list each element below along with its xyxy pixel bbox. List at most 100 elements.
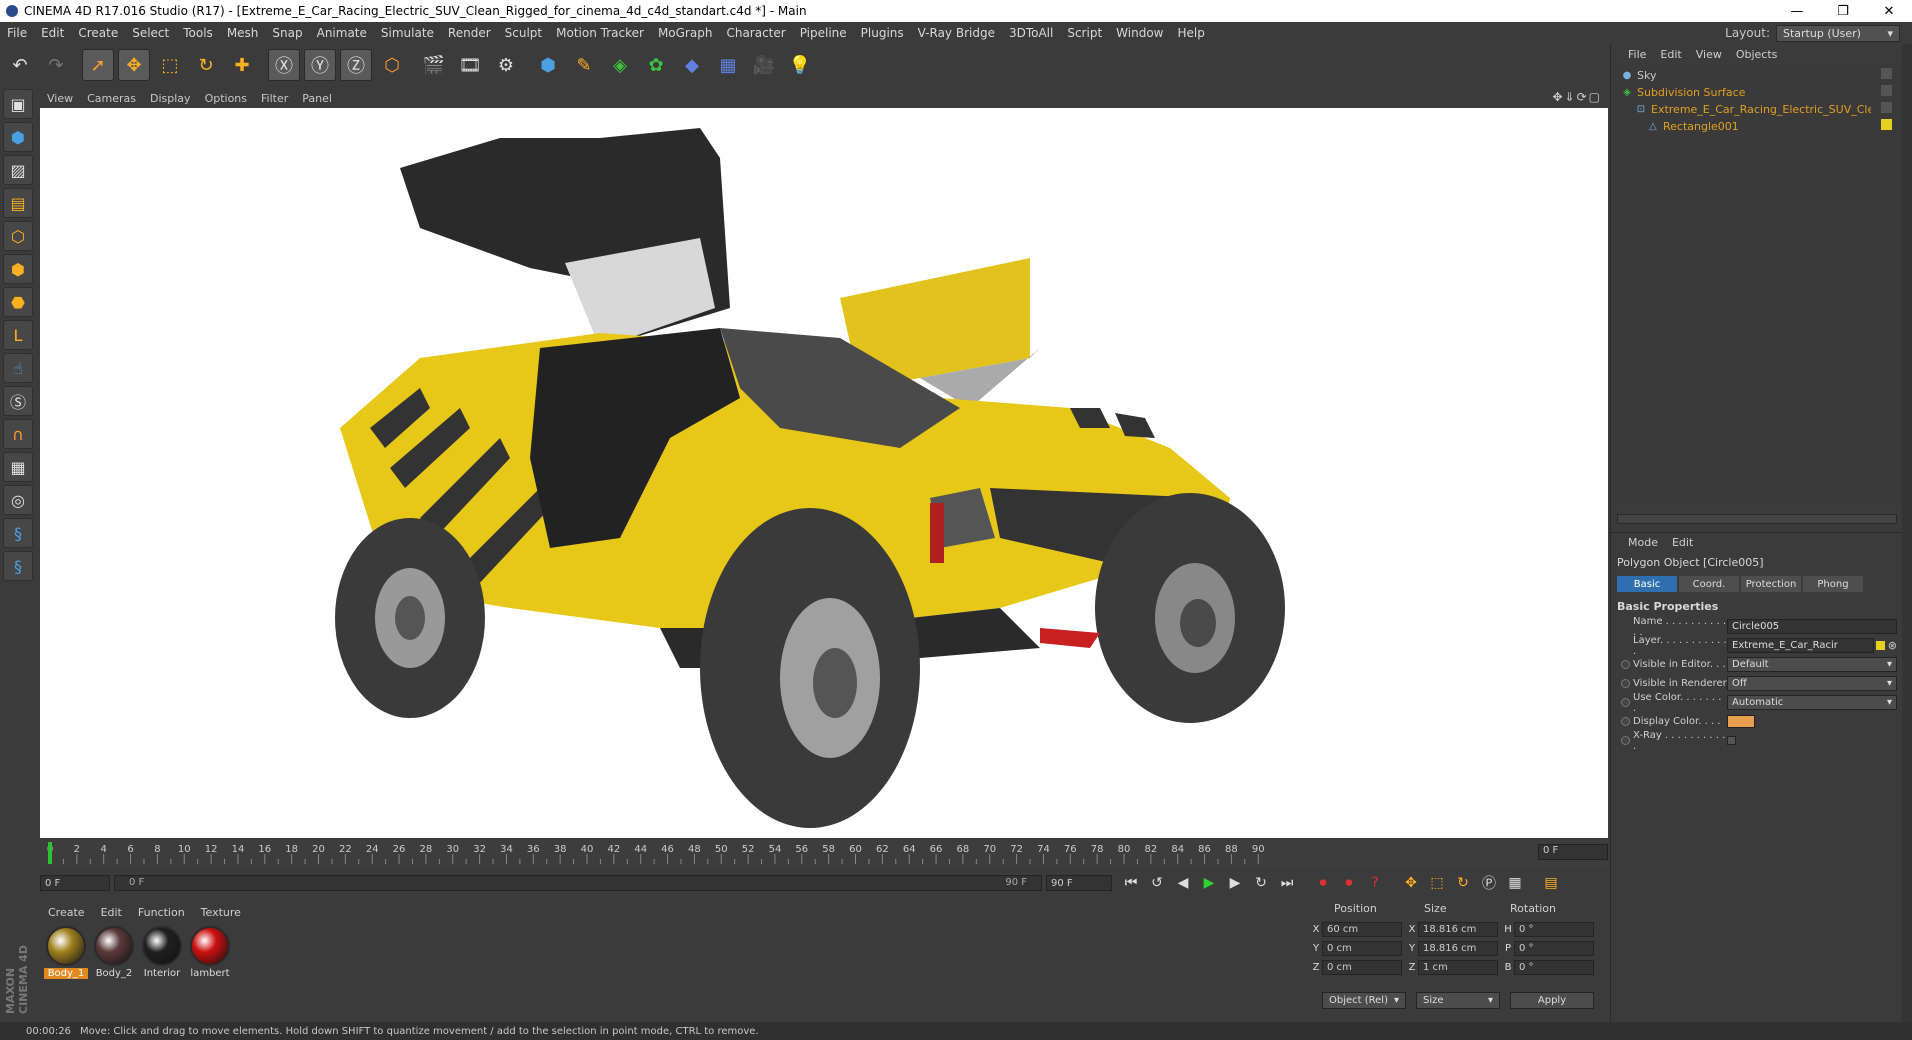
material-interior[interactable]: Interior xyxy=(140,926,184,979)
menu-motion-tracker[interactable]: Motion Tracker xyxy=(549,26,651,40)
animate-radio[interactable] xyxy=(1621,717,1630,726)
menu-snap[interactable]: Snap xyxy=(265,26,309,40)
workplane-icon[interactable]: ▤ xyxy=(3,188,33,218)
material-menu-edit[interactable]: Edit xyxy=(93,906,130,919)
viewport-navigation-icons[interactable]: ✥⇓⟳▢ xyxy=(1552,90,1602,104)
menu-character[interactable]: Character xyxy=(719,26,792,40)
property-dropdown[interactable]: Automatic ▾ xyxy=(1727,695,1897,710)
display-color-swatch[interactable] xyxy=(1727,715,1755,728)
camera-icon[interactable]: 🎥 xyxy=(748,49,780,81)
edges-mode-icon[interactable]: ⬢ xyxy=(3,254,33,284)
object-visibility-tag[interactable] xyxy=(1881,102,1892,113)
tab-protection[interactable]: Protection xyxy=(1741,576,1801,592)
redo-icon[interactable]: ↷ xyxy=(40,49,72,81)
menu-script[interactable]: Script xyxy=(1060,26,1109,40)
render-picture-viewer-icon[interactable]: 🎞 xyxy=(454,49,486,81)
floor-icon[interactable]: ▦ xyxy=(712,49,744,81)
cloner-icon[interactable]: ✿ xyxy=(640,49,672,81)
planar-workplane-icon[interactable]: ◎ xyxy=(3,485,33,515)
size-field[interactable]: 18.816 cm xyxy=(1418,922,1498,937)
workplane-lock-icon[interactable]: ▦ xyxy=(3,452,33,482)
render-settings-icon[interactable]: ⚙ xyxy=(490,49,522,81)
scale-tool-icon[interactable]: ⬚ xyxy=(154,49,186,81)
material-lambert[interactable]: lambert xyxy=(188,926,232,979)
play-icon[interactable]: ▶ xyxy=(1196,871,1222,895)
coordinate-mode-dropdown[interactable]: Object (Rel) ▾ xyxy=(1322,992,1406,1009)
object-row[interactable]: ⊡ Extreme_E_Car_Racing_Electric_SUV_Clean xyxy=(1611,100,1891,118)
keyframe-selection-icon[interactable]: ? xyxy=(1362,871,1388,895)
animate-radio[interactable] xyxy=(1621,660,1630,669)
next-key-icon[interactable]: ↻ xyxy=(1248,871,1274,895)
material-menu-texture[interactable]: Texture xyxy=(193,906,249,919)
make-editable-icon[interactable]: ▣ xyxy=(3,89,33,119)
material-menu-create[interactable]: Create xyxy=(40,906,93,919)
property-dropdown[interactable]: Off ▾ xyxy=(1727,676,1897,691)
timeline-ruler[interactable]: 0246810121416182022242628303234363840424… xyxy=(40,840,1608,866)
menu-select[interactable]: Select xyxy=(125,26,176,40)
menu-window[interactable]: Window xyxy=(1109,26,1170,40)
y-axis-lock-icon[interactable]: Ⓨ xyxy=(304,49,336,81)
render-view-icon[interactable]: 🎬 xyxy=(418,49,450,81)
menu-3dtoall[interactable]: 3DToAll xyxy=(1002,26,1060,40)
key-rotation-icon[interactable]: ↻ xyxy=(1450,871,1476,895)
size-mode-dropdown[interactable]: Size ▾ xyxy=(1416,992,1500,1009)
x-axis-lock-icon[interactable]: Ⓧ xyxy=(268,49,300,81)
record-active-icon[interactable]: ⏺ xyxy=(1310,871,1336,895)
rotation-field[interactable]: 0 ° xyxy=(1514,922,1594,937)
menu-v-ray-bridge[interactable]: V-Ray Bridge xyxy=(911,26,1002,40)
menu-file[interactable]: File xyxy=(0,26,34,40)
menu-animate[interactable]: Animate xyxy=(310,26,374,40)
material-menu-function[interactable]: Function xyxy=(130,906,193,919)
rotation-field[interactable]: 0 ° xyxy=(1514,960,1594,975)
undo-icon[interactable]: ↶ xyxy=(4,49,36,81)
next-frame-icon[interactable]: ▶ xyxy=(1222,871,1248,895)
go-to-start-icon[interactable]: ⏮ xyxy=(1118,871,1144,895)
object-menu-file[interactable]: File xyxy=(1621,48,1653,61)
points-mode-icon[interactable]: ⬡ xyxy=(3,221,33,251)
tab-phong[interactable]: Phong xyxy=(1803,576,1863,592)
viewport-menu-panel[interactable]: Panel xyxy=(295,92,339,105)
menu-render[interactable]: Render xyxy=(441,26,498,40)
viewport-perspective[interactable] xyxy=(40,108,1608,838)
key-scale-icon[interactable]: ⬚ xyxy=(1424,871,1450,895)
name-field[interactable]: Circle005 xyxy=(1727,619,1897,634)
restore-button[interactable]: ❐ xyxy=(1820,0,1866,22)
end-frame-field[interactable]: 90 F xyxy=(1046,875,1112,891)
polygons-mode-icon[interactable]: ⬣ xyxy=(3,287,33,317)
z-axis-lock-icon[interactable]: Ⓩ xyxy=(340,49,372,81)
texture-mode-icon[interactable]: ▨ xyxy=(3,155,33,185)
current-frame-field[interactable]: 0 F xyxy=(1538,844,1608,860)
layout-dropdown[interactable]: Startup (User) ▾ xyxy=(1776,24,1900,42)
minimize-button[interactable]: — xyxy=(1774,0,1820,22)
position-field[interactable]: 60 cm xyxy=(1322,922,1402,937)
transform-tool-icon[interactable]: ✚ xyxy=(226,49,258,81)
viewport-menu-options[interactable]: Options xyxy=(198,92,254,105)
tab-coord[interactable]: Coord. xyxy=(1679,576,1739,592)
python-script-icon[interactable]: § xyxy=(3,551,33,581)
right-side-tabs[interactable] xyxy=(1902,44,1912,1022)
menu-tools[interactable]: Tools xyxy=(176,26,220,40)
previous-key-icon[interactable]: ↺ xyxy=(1144,871,1170,895)
key-point-level-icon[interactable]: ▦ xyxy=(1502,871,1528,895)
layer-field[interactable]: Extreme_E_Car_Racir xyxy=(1727,638,1874,653)
python-icon[interactable]: § xyxy=(3,518,33,548)
tweak-mode-icon[interactable]: ☝ xyxy=(3,353,33,383)
animate-radio[interactable] xyxy=(1621,736,1630,745)
object-row[interactable]: ◈ Subdivision Surface xyxy=(1611,83,1891,101)
xray-checkbox[interactable] xyxy=(1727,736,1736,745)
light-icon[interactable]: 💡 xyxy=(784,49,816,81)
size-field[interactable]: 18.816 cm xyxy=(1418,941,1498,956)
menu-create[interactable]: Create xyxy=(71,26,125,40)
menu-mesh[interactable]: Mesh xyxy=(220,26,266,40)
menu-mograph[interactable]: MoGraph xyxy=(651,26,720,40)
object-scrollbar[interactable] xyxy=(1617,514,1897,524)
object-menu-edit[interactable]: Edit xyxy=(1653,48,1688,61)
cube-icon[interactable]: ⬢ xyxy=(532,49,564,81)
axis-mode-icon[interactable]: L xyxy=(3,320,33,350)
object-visibility-tag[interactable] xyxy=(1881,85,1892,96)
viewport-menu-view[interactable]: View xyxy=(40,92,80,105)
close-button[interactable]: ✕ xyxy=(1866,0,1912,22)
menu-pipeline[interactable]: Pipeline xyxy=(793,26,854,40)
model-mode-icon[interactable]: ⬢ xyxy=(3,122,33,152)
menu-plugins[interactable]: Plugins xyxy=(854,26,911,40)
